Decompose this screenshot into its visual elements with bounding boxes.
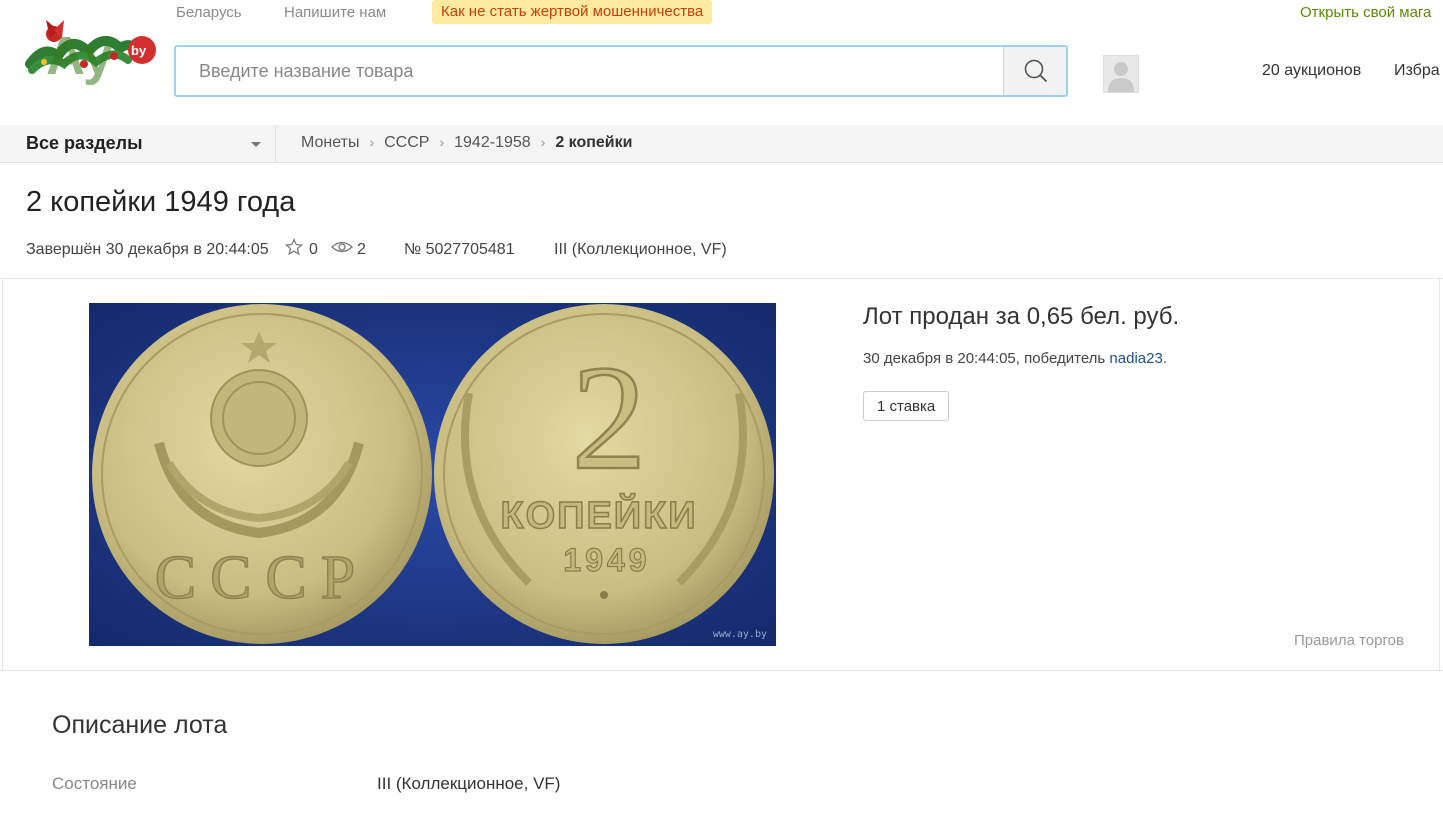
search-button[interactable] (1003, 47, 1066, 95)
star-icon[interactable] (284, 237, 304, 261)
breadcrumb-separator: › (540, 134, 546, 150)
site-logo[interactable]: Ay by (24, 4, 160, 92)
breadcrumb-current: 2 копейки (555, 134, 633, 151)
views-count: 2 (357, 241, 366, 258)
winner-link[interactable]: nadia23 (1109, 350, 1162, 367)
condition-value: III (Коллекционное, VF) (377, 774, 561, 793)
lot-finished-date: Завершён 30 декабря в 20:44:05 (26, 241, 269, 258)
all-sections-dropdown[interactable]: Все разделы (26, 133, 142, 154)
logo-text: Ay (46, 26, 113, 86)
open-shop-link[interactable]: Открыть свой мага (1300, 4, 1431, 21)
winner-date: 30 декабря в 20:44:05, победитель (863, 350, 1110, 367)
favorites-count: 0 (309, 241, 318, 258)
winner-info: 30 декабря в 20:44:05, победитель nadia2… (863, 350, 1167, 367)
obverse-text: СССР (155, 544, 370, 612)
contact-link[interactable]: Напишите нам (284, 4, 386, 21)
sold-price: Лот продан за 0,65 бел. руб. (863, 303, 1180, 330)
eye-icon (331, 240, 353, 259)
section-divider (0, 670, 1443, 671)
region-link[interactable]: Беларусь (176, 4, 242, 21)
breadcrumb-separator: › (439, 134, 445, 150)
reverse-year: 1949 (563, 542, 650, 578)
search-icon (1024, 59, 1047, 82)
lot-photo[interactable]: СССР 2 КОПЕЙКИ 1949 www.ay.by (89, 303, 776, 646)
svg-text:by: by (131, 43, 147, 58)
reverse-denomination: 2 (572, 335, 647, 501)
condition-label: Состояние (52, 774, 137, 793)
search-box (174, 45, 1068, 97)
breadcrumb-item-ussr[interactable]: СССР (384, 134, 429, 152)
photo-watermark: www.ay.by (713, 629, 767, 640)
nav-divider (275, 125, 276, 162)
fraud-warning-link[interactable]: Как не стать жертвой мошенничества (432, 0, 713, 24)
auction-rules-link[interactable]: Правила торгов (1294, 632, 1404, 649)
breadcrumb-item-coins[interactable]: Монеты (301, 134, 359, 152)
my-auctions-link[interactable]: 20 аукционов (1262, 62, 1361, 80)
breadcrumb: Монеты › СССР › 1942-1958 › 2 копейки (301, 134, 632, 152)
lot-condition: III (Коллекционное, VF) (554, 241, 727, 258)
user-avatar-icon[interactable] (1103, 55, 1139, 93)
breadcrumb-separator: › (369, 134, 375, 150)
chevron-down-icon[interactable] (251, 142, 261, 147)
favorites-link[interactable]: Избра (1394, 62, 1440, 80)
description-title: Описание лота (52, 711, 228, 739)
category-nav (0, 125, 1443, 163)
search-input[interactable] (176, 47, 1004, 95)
bids-button[interactable]: 1 ставка (863, 391, 950, 421)
breadcrumb-item-period[interactable]: 1942-1958 (454, 134, 531, 152)
winner-suffix: . (1162, 350, 1167, 367)
lot-title: 2 копейки 1949 года (26, 186, 296, 218)
reverse-word: КОПЕЙКИ (500, 492, 697, 537)
lot-number: № 5027705481 (404, 241, 515, 258)
